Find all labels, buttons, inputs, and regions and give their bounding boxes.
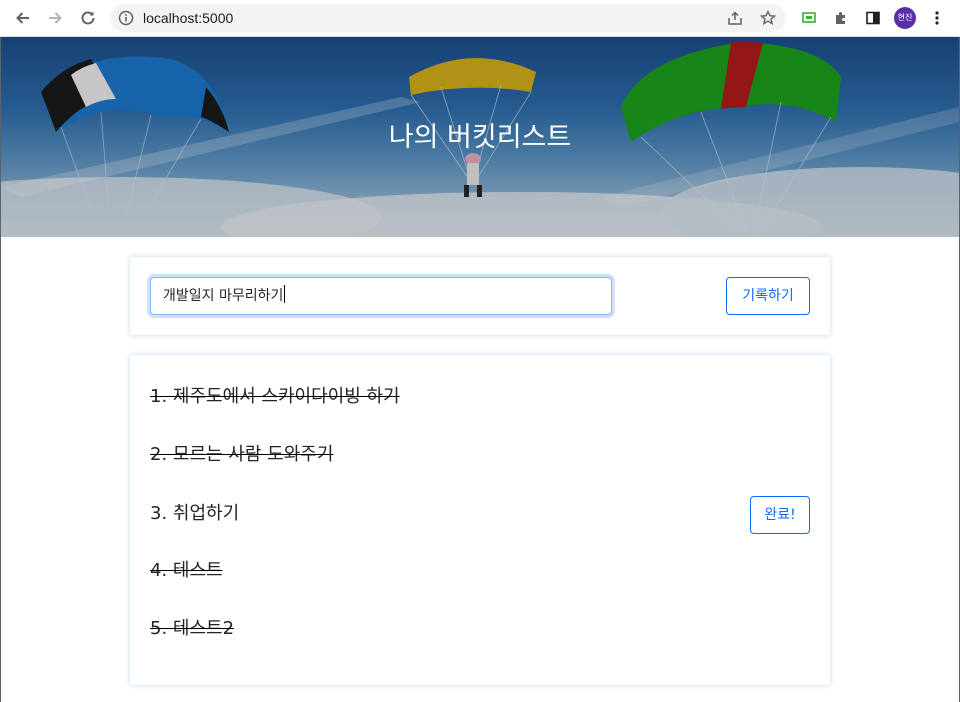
list-item: 5. 테스트2 bbox=[150, 618, 235, 639]
bucket-input-value: 개발일지 마무리하기 bbox=[163, 288, 284, 304]
url-text: localhost:5000 bbox=[143, 10, 234, 26]
forward-icon[interactable] bbox=[43, 6, 67, 30]
address-bar[interactable]: localhost:5000 bbox=[110, 4, 786, 32]
bucket-input[interactable]: 개발일지 마무리하기 bbox=[150, 277, 612, 315]
page-title: 나의 버킷리스트 bbox=[388, 122, 572, 153]
browser-toolbar: localhost:5000 현진 bbox=[0, 0, 960, 37]
text-caret bbox=[284, 285, 286, 303]
bucket-list-card: 1. 제주도에서 스카이다이빙 하기 2. 모르는 사람 도와주기 3. 취업하… bbox=[130, 355, 830, 685]
hero-banner: 나의 버킷리스트 bbox=[1, 37, 959, 237]
side-panel-icon[interactable] bbox=[863, 8, 883, 28]
reload-icon[interactable] bbox=[76, 6, 100, 30]
input-card: 개발일지 마무리하기 기록하기 bbox=[130, 257, 830, 335]
extensions-puzzle-icon[interactable] bbox=[831, 8, 851, 28]
complete-button[interactable]: 완료! bbox=[750, 496, 810, 534]
bookmark-star-icon[interactable] bbox=[759, 9, 777, 27]
list-item: 1. 제주도에서 스카이다이빙 하기 bbox=[150, 386, 400, 407]
menu-kebab-icon[interactable] bbox=[927, 8, 947, 28]
extension-screen-icon[interactable] bbox=[799, 8, 819, 28]
save-button[interactable]: 기록하기 bbox=[726, 277, 810, 315]
list-item: 4. 테스트 bbox=[150, 560, 223, 581]
info-icon[interactable] bbox=[118, 10, 134, 26]
list-item: 3. 취업하기 bbox=[150, 503, 240, 524]
share-icon[interactable] bbox=[726, 9, 744, 27]
profile-avatar[interactable]: 현진 bbox=[894, 7, 916, 29]
list-item: 2. 모르는 사람 도와주기 bbox=[150, 444, 334, 465]
back-icon[interactable] bbox=[11, 6, 35, 30]
